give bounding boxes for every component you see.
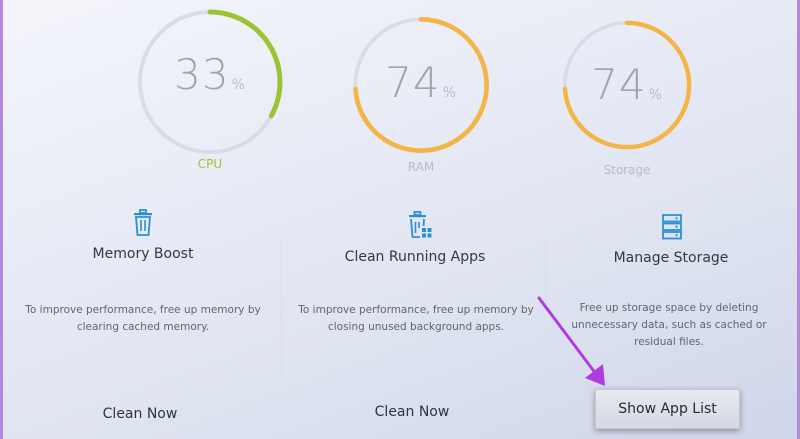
trash-cleanup-icon <box>407 211 432 239</box>
storage-label: Storage <box>603 163 651 177</box>
cpu-label: CPU <box>197 157 223 171</box>
clean-running-apps-title: Clean Running Apps <box>344 249 486 265</box>
panel-divider <box>281 240 282 375</box>
clean-running-apps-description: To improve performance, free up memory b… <box>298 304 534 333</box>
pointer-arrow-icon <box>537 296 605 386</box>
ram-gauge: 74% <box>346 10 506 170</box>
cpu-gauge: 33% <box>130 2 290 162</box>
storage-gauge: 74% <box>556 14 716 174</box>
trash-icon <box>131 209 155 237</box>
cpu-percent-value: 33% <box>174 50 246 99</box>
manage-storage-title: Manage Storage <box>613 250 729 266</box>
memory-boost-description: To improve performance, free up memory b… <box>25 304 261 333</box>
clean-running-apps-clean-now-button[interactable]: Clean Now <box>337 404 487 420</box>
storage-icon <box>661 213 685 241</box>
memory-boost-title: Memory Boost <box>92 246 194 262</box>
show-app-list-label: Show App List <box>618 401 717 417</box>
show-app-list-button[interactable]: Show App List <box>595 389 740 429</box>
storage-percent-value: 74% <box>591 60 663 109</box>
memory-boost-clean-now-button[interactable]: Clean Now <box>65 406 215 422</box>
ram-percent-value: 74% <box>385 58 457 107</box>
ram-label: RAM <box>407 160 435 174</box>
